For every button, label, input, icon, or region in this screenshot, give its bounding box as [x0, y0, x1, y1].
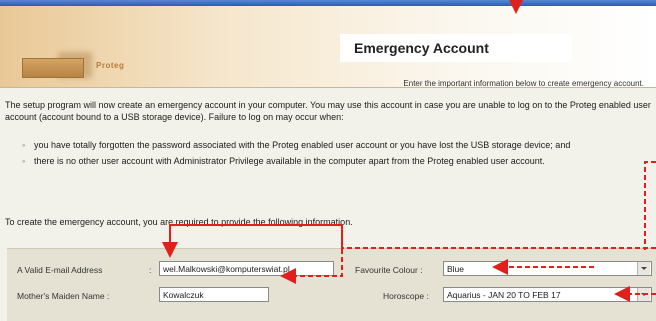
- favourite-colour-select[interactable]: Blue: [443, 261, 652, 276]
- list-item: you have totally forgotten the password …: [22, 139, 650, 151]
- page-title: Emergency Account: [340, 34, 572, 62]
- maiden-name-label: Mother's Maiden Name :: [17, 291, 110, 301]
- list-item: there is no other user account with Admi…: [22, 155, 650, 167]
- horoscope-value: Aquarius - JAN 20 TO FEB 17: [447, 290, 561, 300]
- brand-name: Proteg: [96, 61, 125, 70]
- conditions-list: you have totally forgotten the password …: [22, 139, 650, 171]
- form-prompt: To create the emergency account, you are…: [5, 217, 353, 227]
- favourite-colour-value: Blue: [447, 264, 465, 274]
- horoscope-select[interactable]: Aquarius - JAN 20 TO FEB 17: [443, 287, 652, 302]
- maiden-name-field[interactable]: Kowalczuk: [159, 287, 269, 302]
- header-banner: Proteg Emergency Account Enter the impor…: [0, 6, 656, 88]
- annotation-arrow: [341, 225, 656, 249]
- horoscope-label: Horoscope :: [383, 291, 429, 301]
- favourite-colour-label: Favourite Colour :: [355, 265, 423, 275]
- annotation-arrow: [644, 161, 656, 250]
- email-field[interactable]: wel.Malkowski@komputerswiat.pl: [159, 261, 334, 276]
- emergency-form: A Valid E-mail Address : wel.Malkowski@k…: [7, 248, 656, 321]
- intro-text: The setup program will now create an eme…: [5, 100, 651, 122]
- chevron-down-icon[interactable]: [637, 262, 650, 275]
- proteg-logo: [22, 58, 84, 78]
- page-subtitle: Enter the important information below to…: [403, 79, 644, 88]
- chevron-down-icon[interactable]: [637, 288, 650, 301]
- label-separator: :: [149, 265, 152, 275]
- email-label: A Valid E-mail Address: [17, 265, 103, 275]
